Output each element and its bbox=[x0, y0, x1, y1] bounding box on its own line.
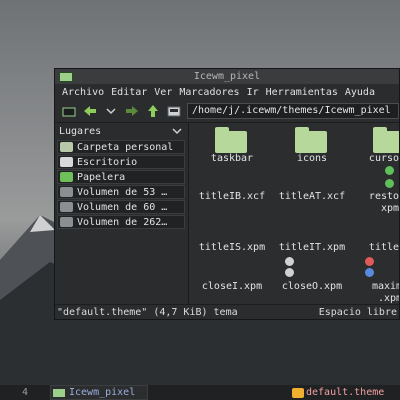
trash-icon bbox=[60, 172, 73, 182]
folder-icon[interactable] bbox=[373, 127, 399, 153]
sidebar-header[interactable]: Lugares bbox=[55, 123, 188, 139]
menu-editar[interactable]: Editar bbox=[111, 87, 147, 98]
sidebar-item-label: Papelera bbox=[77, 171, 126, 183]
file-item-titleAT[interactable]: titleAT.xcf bbox=[273, 191, 351, 202]
file-item-titleIS[interactable]: titleIS.xpm bbox=[193, 242, 271, 253]
arrow-up-icon bbox=[148, 105, 158, 117]
sidebar-item-volume-60[interactable]: Volumen de 60 … bbox=[57, 200, 185, 214]
file-manager-window: Icewm_pixel Archivo Editar Ver Marcadore… bbox=[54, 68, 400, 320]
folder-icon bbox=[53, 388, 65, 397]
status-selection: "default.theme" (4,7 KiB) tema bbox=[57, 306, 238, 318]
check-icon bbox=[385, 179, 394, 188]
file-item-closeI[interactable]: closeI.xpm bbox=[193, 281, 271, 292]
sidebar-item-label: Volumen de 60 … bbox=[77, 201, 168, 213]
menu-bar: Archivo Editar Ver Marcadores Ir Herrami… bbox=[55, 84, 399, 100]
sidebar-title: Lugares bbox=[59, 125, 102, 137]
close-icon bbox=[285, 268, 294, 277]
sidebar-item-label: Escritorio bbox=[77, 156, 138, 168]
up-button[interactable] bbox=[146, 104, 160, 118]
folder-icon[interactable] bbox=[215, 127, 247, 153]
file-item-titleIT[interactable]: titleIT.xpm bbox=[273, 242, 351, 253]
window-title: Icewm_pixel bbox=[193, 71, 261, 82]
drive-icon bbox=[60, 217, 73, 227]
folder-icon[interactable] bbox=[295, 127, 327, 153]
close-icon bbox=[365, 257, 374, 266]
location-toggle-button[interactable] bbox=[167, 104, 181, 118]
task-button-icewm[interactable]: Icewm_pixel bbox=[50, 385, 148, 400]
drive-icon bbox=[167, 106, 181, 117]
arrow-right-icon bbox=[126, 106, 138, 116]
chevron-down-icon bbox=[172, 128, 182, 135]
sidebar-item-desktop[interactable]: Escritorio bbox=[57, 155, 185, 169]
file-item-closeO[interactable]: closeO.xpm bbox=[273, 281, 351, 292]
sidebar-item-volume-53[interactable]: Volumen de 53 … bbox=[57, 185, 185, 199]
places-sidebar: Lugares Carpeta personal Escritorio Pape… bbox=[55, 123, 189, 308]
file-view: taskbar icons cursors titleIB.xcf titleA… bbox=[189, 123, 399, 308]
file-item-cursors[interactable]: cursors bbox=[351, 153, 399, 164]
drive-icon bbox=[60, 202, 73, 212]
task-label: Icewm_pixel bbox=[69, 387, 136, 398]
task-label: default.theme bbox=[306, 387, 385, 398]
sidebar-item-home[interactable]: Carpeta personal bbox=[57, 140, 185, 154]
file-item-taskbar[interactable]: taskbar bbox=[193, 153, 271, 164]
sidebar-item-volume-262[interactable]: Volumen de 262… bbox=[57, 215, 185, 229]
toolbar: /home/j/.icewm/themes/Icewm_pixel bbox=[55, 100, 399, 123]
status-free-space: Espacio libre bbox=[318, 306, 397, 318]
sidebar-item-label: Volumen de 262… bbox=[77, 216, 168, 228]
sidebar-item-label: Carpeta personal bbox=[77, 141, 174, 153]
task-button-theme[interactable]: default.theme bbox=[292, 386, 400, 399]
history-dropdown[interactable] bbox=[104, 104, 118, 118]
status-bar: "default.theme" (4,7 KiB) tema Espacio l… bbox=[55, 304, 399, 319]
location-input[interactable]: /home/j/.icewm/themes/Icewm_pixel bbox=[187, 103, 399, 119]
new-tab-icon bbox=[62, 107, 76, 117]
menu-ir[interactable]: Ir bbox=[247, 87, 259, 98]
taskbar: 4 Icewm_pixel default.theme bbox=[0, 385, 400, 400]
close-icon bbox=[365, 268, 374, 277]
sidebar-item-trash[interactable]: Papelera bbox=[57, 170, 185, 184]
menu-ayuda[interactable]: Ayuda bbox=[345, 87, 375, 98]
close-icon bbox=[285, 257, 294, 266]
editor-icon bbox=[292, 387, 304, 398]
file-item-titleIB[interactable]: titleIB.xcf bbox=[193, 191, 271, 202]
title-bar[interactable]: Icewm_pixel bbox=[55, 69, 399, 84]
workspace-button[interactable]: 4 bbox=[0, 387, 50, 398]
drive-icon bbox=[60, 187, 73, 197]
menu-ver[interactable]: Ver bbox=[154, 87, 172, 98]
file-item-maximize-ext: .xpm bbox=[377, 293, 399, 304]
new-tab-button[interactable] bbox=[62, 104, 76, 118]
forward-button[interactable] bbox=[125, 104, 139, 118]
menu-marcadores[interactable]: Marcadores bbox=[179, 87, 239, 98]
chevron-down-icon bbox=[106, 108, 116, 115]
menu-archivo[interactable]: Archivo bbox=[62, 87, 104, 98]
back-button[interactable] bbox=[83, 104, 97, 118]
arrow-left-icon bbox=[84, 106, 96, 116]
sidebar-item-label: Volumen de 53 … bbox=[77, 186, 168, 198]
file-item-icons[interactable]: icons bbox=[273, 153, 351, 164]
file-item-restore-ext: xpm bbox=[380, 203, 399, 214]
file-item-maximize[interactable]: maximi bbox=[351, 281, 399, 292]
file-item-titleAB[interactable]: titleAB bbox=[351, 242, 399, 253]
menu-herramientas[interactable]: Herramientas bbox=[266, 87, 338, 98]
desktop-icon bbox=[60, 157, 73, 167]
check-icon bbox=[385, 166, 394, 175]
home-icon bbox=[60, 142, 73, 152]
file-item-restore[interactable]: restore bbox=[351, 191, 399, 202]
